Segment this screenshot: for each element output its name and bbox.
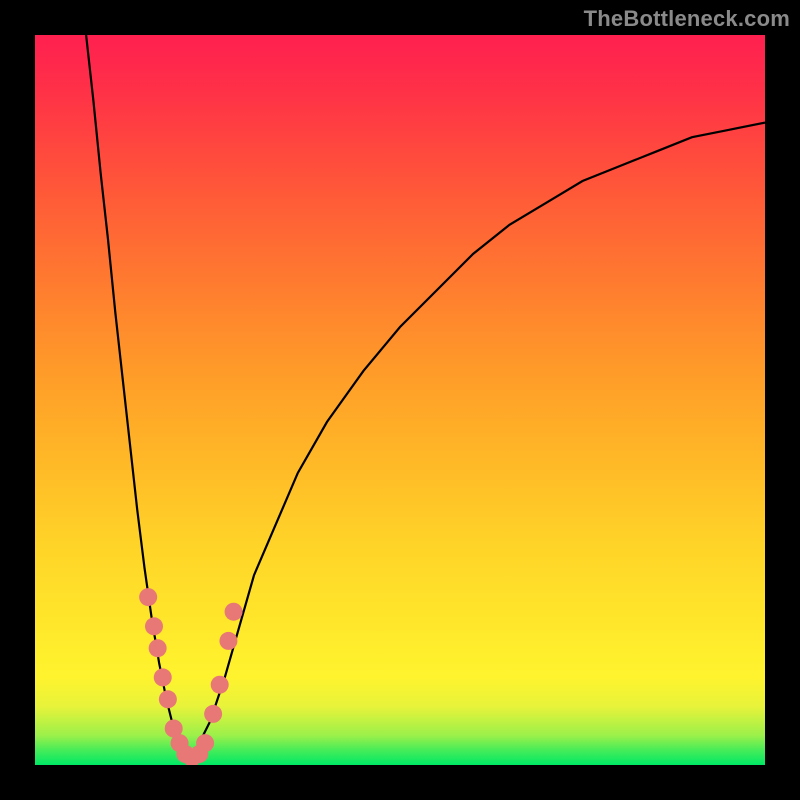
marker-point <box>211 676 229 694</box>
chart-svg <box>35 35 765 765</box>
watermark-text: TheBottleneck.com <box>584 6 790 32</box>
marker-point <box>196 734 214 752</box>
curve-right-curve <box>196 123 765 751</box>
marker-point <box>154 668 172 686</box>
chart-frame: TheBottleneck.com <box>0 0 800 800</box>
chart-plot-area <box>35 35 765 765</box>
marker-point <box>145 617 163 635</box>
curve-left-curve <box>86 35 181 750</box>
marker-point <box>219 632 237 650</box>
marker-point <box>159 690 177 708</box>
marker-point <box>149 639 167 657</box>
marker-point <box>204 705 222 723</box>
chart-curves <box>86 35 765 750</box>
marker-point <box>139 588 157 606</box>
chart-markers <box>139 588 242 765</box>
marker-point <box>225 603 243 621</box>
